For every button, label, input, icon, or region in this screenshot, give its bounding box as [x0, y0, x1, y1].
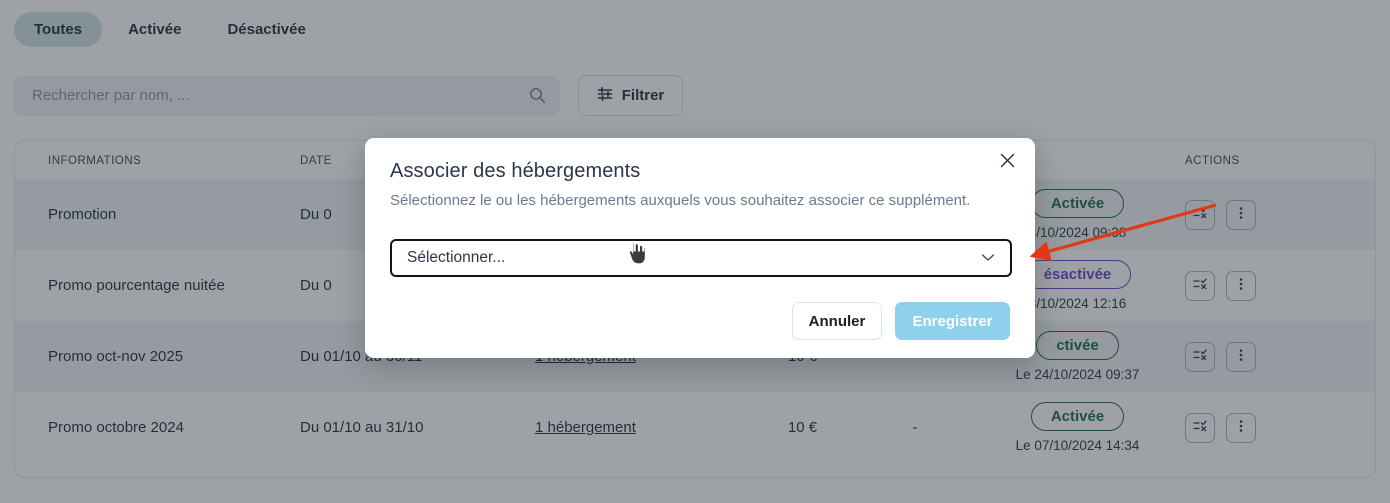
associate-lodgings-modal: Associer des hébergements Sélectionnez l…	[365, 138, 1035, 358]
modal-title: Associer des hébergements	[390, 160, 641, 182]
close-icon	[999, 153, 1016, 173]
close-button[interactable]	[999, 152, 1016, 173]
cancel-button[interactable]: Annuler	[792, 302, 882, 340]
lodgings-select-value: Sélectionner...	[407, 249, 506, 266]
modal-actions: Annuler Enregistrer	[792, 302, 1010, 340]
screen: Toutes Activée Désactivée Rechercher par…	[0, 0, 1390, 503]
modal-subtitle: Sélectionnez le ou les hébergements auxq…	[390, 192, 971, 209]
save-button[interactable]: Enregistrer	[895, 302, 1010, 340]
lodgings-select[interactable]: Sélectionner...	[390, 239, 1012, 277]
chevron-down-icon	[981, 249, 995, 267]
